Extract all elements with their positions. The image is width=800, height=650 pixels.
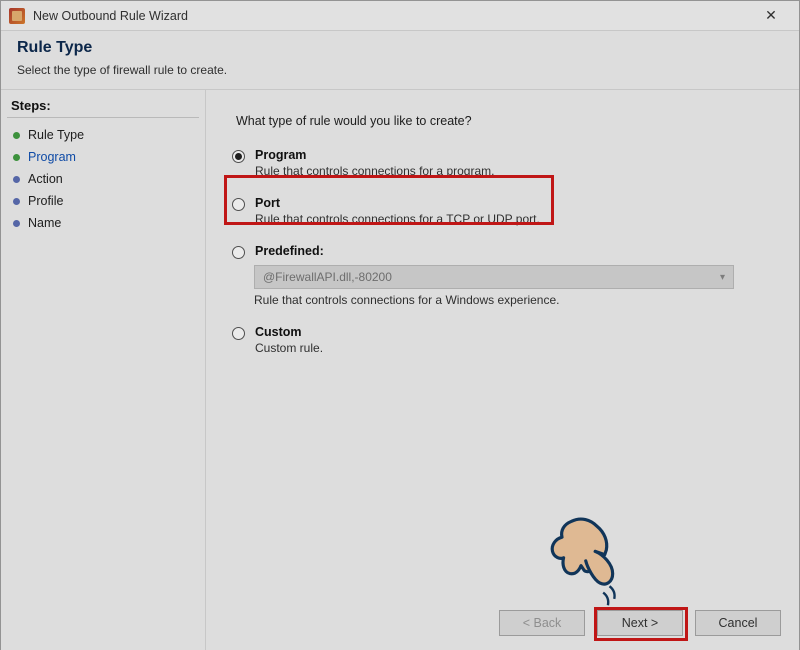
steps-sidebar: Steps: Rule Type Program Action Profile: [1, 90, 206, 650]
predefined-dropdown: @FirewallAPI.dll,-80200 ▾: [254, 265, 734, 289]
step-label: Action: [28, 172, 63, 186]
step-action[interactable]: Action: [7, 168, 199, 190]
step-label: Profile: [28, 194, 63, 208]
option-custom[interactable]: Custom Custom rule.: [232, 325, 777, 355]
body: Steps: Rule Type Program Action Profile: [1, 90, 799, 650]
chevron-down-icon: ▾: [720, 272, 725, 283]
option-desc: Rule that controls connections for a Win…: [254, 293, 777, 307]
cancel-button[interactable]: Cancel: [695, 610, 781, 636]
step-bullet-icon: [13, 132, 20, 139]
page-title: Rule Type: [17, 39, 783, 57]
dropdown-value: @FirewallAPI.dll,-80200: [263, 270, 392, 284]
option-desc: Rule that controls connections for a pro…: [255, 164, 494, 178]
step-label: Name: [28, 216, 61, 230]
close-button[interactable]: ✕: [751, 2, 791, 30]
step-name[interactable]: Name: [7, 212, 199, 234]
wizard-window: New Outbound Rule Wizard ✕ Rule Type Sel…: [0, 0, 800, 650]
option-predefined[interactable]: Predefined: @FirewallAPI.dll,-80200 ▾ Ru…: [232, 244, 777, 307]
steps-list: Rule Type Program Action Profile Name: [7, 124, 199, 234]
step-label: Rule Type: [28, 128, 84, 142]
window-title: New Outbound Rule Wizard: [33, 9, 751, 23]
radio-predefined[interactable]: [232, 246, 245, 259]
steps-heading: Steps:: [7, 98, 199, 118]
main-panel: What type of rule would you like to crea…: [206, 90, 799, 650]
wizard-buttons: < Back Next > Cancel: [499, 610, 781, 636]
option-desc: Rule that controls connections for a TCP…: [255, 212, 540, 226]
titlebar: New Outbound Rule Wizard ✕: [1, 1, 799, 31]
question-text: What type of rule would you like to crea…: [236, 114, 777, 128]
radio-custom[interactable]: [232, 327, 245, 340]
option-port[interactable]: Port Rule that controls connections for …: [232, 196, 777, 226]
option-program[interactable]: Program Rule that controls connections f…: [232, 148, 777, 178]
back-button: < Back: [499, 610, 585, 636]
rule-type-options: Program Rule that controls connections f…: [228, 148, 777, 355]
step-bullet-icon: [13, 154, 20, 161]
page-subtitle: Select the type of firewall rule to crea…: [17, 63, 783, 77]
option-label: Predefined:: [255, 244, 324, 258]
next-button[interactable]: Next >: [597, 610, 683, 636]
close-icon: ✕: [765, 7, 777, 24]
step-rule-type[interactable]: Rule Type: [7, 124, 199, 146]
step-program[interactable]: Program: [7, 146, 199, 168]
radio-port[interactable]: [232, 198, 245, 211]
step-bullet-icon: [13, 176, 20, 183]
firewall-icon: [9, 8, 25, 24]
option-desc: Custom rule.: [255, 341, 323, 355]
step-bullet-icon: [13, 198, 20, 205]
step-label: Program: [28, 150, 76, 164]
option-label: Program: [255, 148, 494, 162]
radio-program[interactable]: [232, 150, 245, 163]
step-profile[interactable]: Profile: [7, 190, 199, 212]
header: Rule Type Select the type of firewall ru…: [1, 31, 799, 90]
option-label: Custom: [255, 325, 323, 339]
option-label: Port: [255, 196, 540, 210]
step-bullet-icon: [13, 220, 20, 227]
